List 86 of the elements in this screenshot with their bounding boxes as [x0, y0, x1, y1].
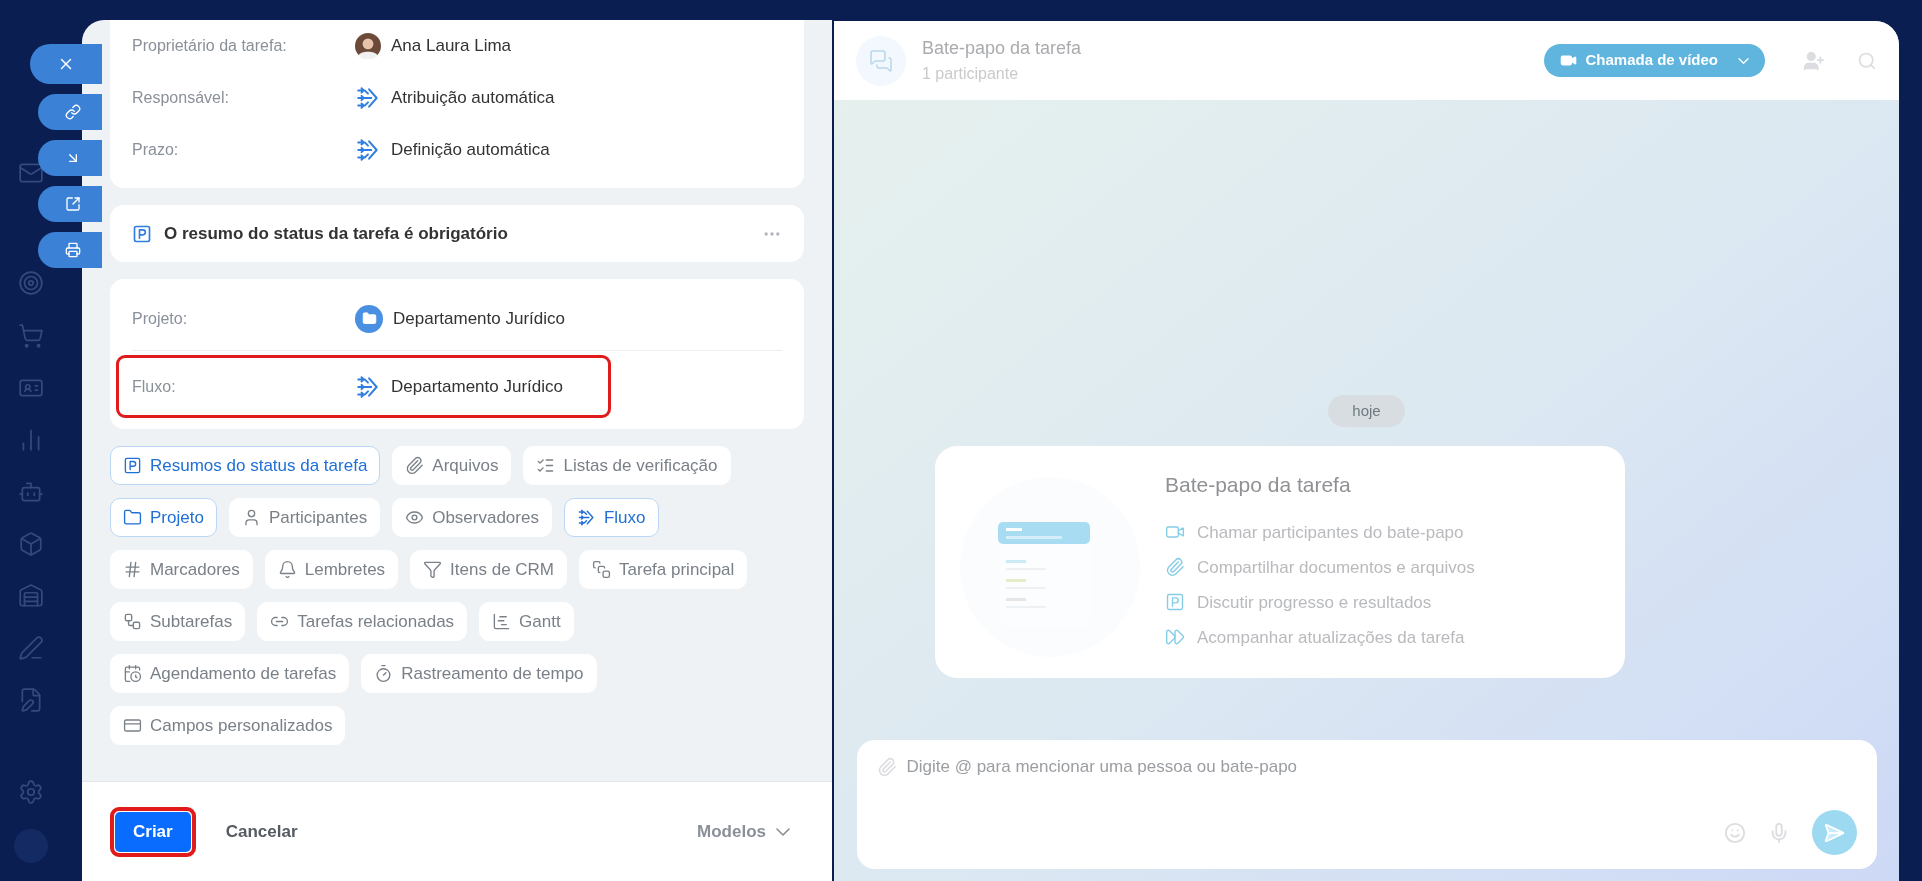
feature-chip[interactable]: Lembretes — [264, 550, 399, 589]
feature-chip[interactable]: Resumos do status da tarefa — [110, 446, 381, 485]
video-call-button[interactable]: Chamada de vídeo — [1544, 44, 1765, 77]
chevron-down-icon — [776, 827, 790, 836]
bell-icon — [277, 560, 297, 579]
feature-chip[interactable]: Projeto — [110, 498, 217, 537]
feature-chip[interactable]: Agendamento de tarefas — [110, 654, 350, 693]
field-label: Proprietário da tarefa: — [132, 36, 288, 56]
intro-title: Bate-papo da tarefa — [1165, 472, 1352, 499]
feature-chip[interactable]: Marcadores — [110, 550, 253, 589]
open-new-window-button[interactable] — [38, 186, 102, 222]
folder-icon — [355, 304, 383, 333]
field-label: Fluxo: — [132, 376, 177, 397]
date-pill: hoje — [1328, 395, 1405, 427]
calendar-clock-icon — [123, 664, 142, 683]
status-icon — [1165, 592, 1185, 613]
subtasks-icon — [123, 612, 142, 631]
feature-chip[interactable]: Arquivos — [392, 446, 512, 485]
gantt-icon — [492, 612, 512, 631]
send-button[interactable] — [1811, 810, 1857, 855]
external-link-icon — [65, 196, 81, 212]
feature-chip[interactable]: Observadores — [392, 498, 552, 537]
feature-chip[interactable]: Subtarefas — [110, 602, 246, 641]
feature-text: Acompanhar atualizações da tarefa — [1197, 626, 1465, 649]
feature-text: Chamar participantes do bate-papo — [1197, 521, 1464, 544]
feature-chip[interactable]: Tarefa principal — [579, 550, 748, 589]
robot-icon[interactable] — [18, 479, 44, 505]
paperclip-icon — [405, 456, 425, 475]
link-button[interactable] — [38, 94, 102, 130]
avatar — [355, 33, 381, 59]
settings-icon[interactable] — [18, 779, 44, 805]
field-value[interactable]: Departamento Jurídico — [391, 373, 563, 400]
feature-chip[interactable]: Fluxo — [563, 498, 659, 537]
close-button[interactable] — [30, 44, 102, 84]
stacked-squares-icon — [592, 560, 612, 579]
message-field[interactable]: Digite @ para mencionar uma pessoa ou bate-papo — [906, 754, 1857, 780]
search-icon[interactable] — [1857, 50, 1877, 71]
chevron-down-icon — [1738, 57, 1749, 64]
field-label: Prazo: — [132, 140, 180, 160]
flow-icon — [576, 508, 596, 527]
download-button[interactable] — [38, 140, 102, 176]
chat-avatar — [856, 35, 906, 86]
warehouse-icon[interactable] — [18, 583, 44, 609]
feature-chip[interactable]: Gantt — [479, 602, 574, 641]
feature-text: Compartilhar documentos e arquivos — [1197, 556, 1475, 579]
status-icon — [123, 456, 142, 475]
field-label: Projeto: — [132, 308, 189, 329]
add-user-icon[interactable] — [1803, 49, 1825, 72]
field-value[interactable]: Atribuição automática — [391, 85, 555, 111]
message-input[interactable]: Digite @ para mencionar uma pessoa ou bate-papo — [856, 740, 1877, 869]
cart-icon[interactable] — [18, 323, 44, 349]
pen-icon[interactable] — [18, 635, 44, 661]
funnel-icon — [423, 560, 443, 579]
feature-chip[interactable]: Tarefas relacionadas — [257, 602, 468, 641]
file-edit-icon[interactable] — [18, 687, 44, 713]
templates-button[interactable]: Modelos — [697, 818, 790, 845]
field-value[interactable]: Departamento Jurídico — [393, 305, 565, 332]
checklist-icon — [536, 456, 556, 475]
printer-icon — [65, 242, 81, 258]
cancel-button[interactable]: Cancelar — [215, 818, 308, 845]
eye-icon — [405, 508, 425, 527]
emoji-icon[interactable] — [1723, 821, 1746, 844]
create-button[interactable]: Criar — [115, 811, 191, 852]
hash-icon — [123, 560, 142, 579]
field-value[interactable]: Definição automática — [391, 137, 550, 163]
box-icon[interactable] — [18, 531, 44, 557]
folder-icon — [123, 508, 142, 527]
feature-chip[interactable]: Itens de CRM — [410, 550, 568, 589]
card-icon — [123, 716, 142, 735]
feature-chip[interactable]: Participantes — [228, 498, 381, 537]
paperclip-icon[interactable] — [876, 756, 897, 777]
target-icon[interactable] — [18, 270, 44, 296]
feature-chip[interactable]: Listas de verificação — [523, 446, 731, 485]
status-summary-title: O resumo do status da tarefa é obrigatório — [164, 222, 509, 245]
status-icon — [132, 223, 152, 244]
print-button[interactable] — [38, 232, 102, 268]
chat-title: Bate-papo da tarefa — [922, 37, 1082, 60]
link-icon — [65, 104, 81, 120]
feature-chip[interactable]: Campos personalizados — [110, 706, 346, 745]
feature-text: Discutir progresso e resultados — [1197, 591, 1432, 614]
field-label: Responsável: — [132, 88, 230, 108]
paperclip-icon — [1165, 557, 1185, 578]
mail-icon[interactable] — [18, 160, 44, 186]
send-icon — [1823, 821, 1845, 844]
feature-chip[interactable]: Rastreamento de tempo — [361, 654, 597, 693]
field-value[interactable]: Ana Laura Lima — [391, 33, 512, 59]
